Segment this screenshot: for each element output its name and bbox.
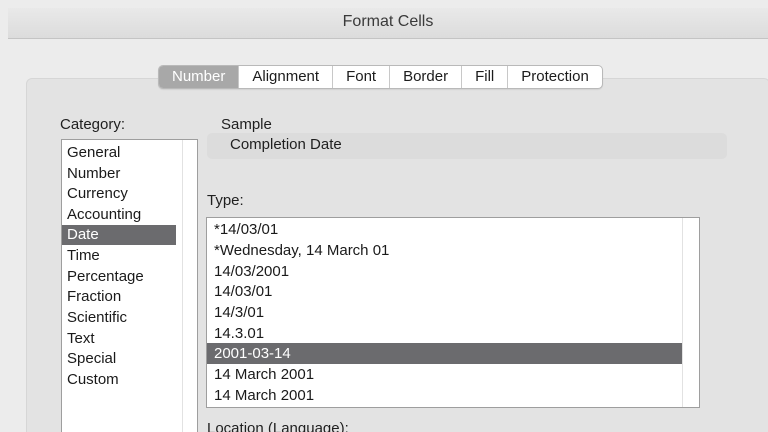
type-item[interactable]: 14/03/2001: [207, 261, 683, 282]
category-item-special[interactable]: Special: [62, 349, 176, 369]
type-item[interactable]: 14.3.01: [207, 323, 683, 344]
tab-protection[interactable]: Protection: [508, 66, 602, 88]
tab-fill[interactable]: Fill: [462, 66, 509, 88]
category-item-fraction[interactable]: Fraction: [62, 287, 176, 307]
category-item-scientific[interactable]: Scientific: [62, 308, 176, 328]
dialog-content: Number Alignment Font Border Fill Protec…: [8, 39, 768, 432]
category-item-date[interactable]: Date: [62, 225, 176, 245]
category-scrollbar[interactable]: [182, 140, 197, 432]
type-item[interactable]: 2001-03-14: [207, 343, 683, 364]
tab-border[interactable]: Border: [390, 66, 463, 88]
category-item-number[interactable]: Number: [62, 164, 176, 184]
sample-value: Completion Date: [230, 136, 342, 153]
tab-bar: Number Alignment Font Border Fill Protec…: [158, 65, 603, 89]
type-item[interactable]: 14/03/01: [207, 281, 683, 302]
category-item-percentage[interactable]: Percentage: [62, 267, 176, 287]
category-item-custom[interactable]: Custom: [62, 370, 176, 390]
window-title: Format Cells: [342, 13, 434, 30]
title-bar[interactable]: Format Cells: [8, 8, 768, 39]
sample-preview: Completion Date: [207, 133, 727, 159]
category-item-accounting[interactable]: Accounting: [62, 205, 176, 225]
category-item-text[interactable]: Text: [62, 329, 176, 349]
type-item[interactable]: 14 March 2001: [207, 385, 683, 406]
type-item[interactable]: *Wednesday, 14 March 01: [207, 240, 683, 261]
type-scrollbar[interactable]: [682, 218, 699, 407]
type-item[interactable]: *14/03/01: [207, 219, 683, 240]
type-item[interactable]: 14 March 2001: [207, 364, 683, 385]
tab-number[interactable]: Number: [159, 66, 240, 88]
category-label: Category:: [60, 116, 126, 133]
type-list[interactable]: *14/03/01 *Wednesday, 14 March 01 14/03/…: [206, 217, 700, 408]
sample-label: Sample: [221, 116, 272, 133]
type-item[interactable]: 14/3/01: [207, 302, 683, 323]
category-item-currency[interactable]: Currency: [62, 184, 176, 204]
category-item-general[interactable]: General: [62, 143, 176, 163]
category-list[interactable]: General Number Currency Accounting Date …: [61, 139, 198, 432]
tab-alignment[interactable]: Alignment: [239, 66, 334, 88]
location-language-label: Location (Language):: [207, 420, 349, 432]
type-label: Type:: [207, 192, 244, 209]
tab-font[interactable]: Font: [333, 66, 391, 88]
category-item-time[interactable]: Time: [62, 246, 176, 266]
format-cells-dialog: Format Cells Number Alignment Font Borde…: [0, 0, 768, 432]
